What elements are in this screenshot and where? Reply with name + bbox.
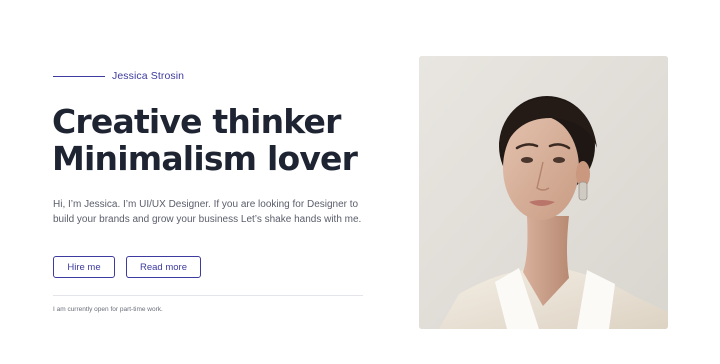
hire-me-button[interactable]: Hire me bbox=[53, 256, 115, 278]
hero-section: Jessica Strosin Creative thinker Minimal… bbox=[0, 0, 720, 364]
eyebrow-line bbox=[53, 75, 105, 77]
headline-line-1: Creative thinker bbox=[52, 102, 341, 141]
eyebrow: Jessica Strosin bbox=[53, 70, 184, 82]
divider bbox=[53, 295, 363, 296]
headline: Creative thinker Minimalism lover bbox=[52, 102, 358, 178]
author-name: Jessica Strosin bbox=[112, 70, 185, 82]
headline-line-2: Minimalism lover bbox=[52, 139, 358, 178]
portrait-photo bbox=[419, 56, 668, 329]
read-more-button[interactable]: Read more bbox=[126, 256, 201, 278]
intro-text: Hi, I’m Jessica. I’m UI/UX Designer. If … bbox=[53, 199, 362, 225]
availability-note: I am currently open for part-time work. bbox=[53, 306, 163, 313]
